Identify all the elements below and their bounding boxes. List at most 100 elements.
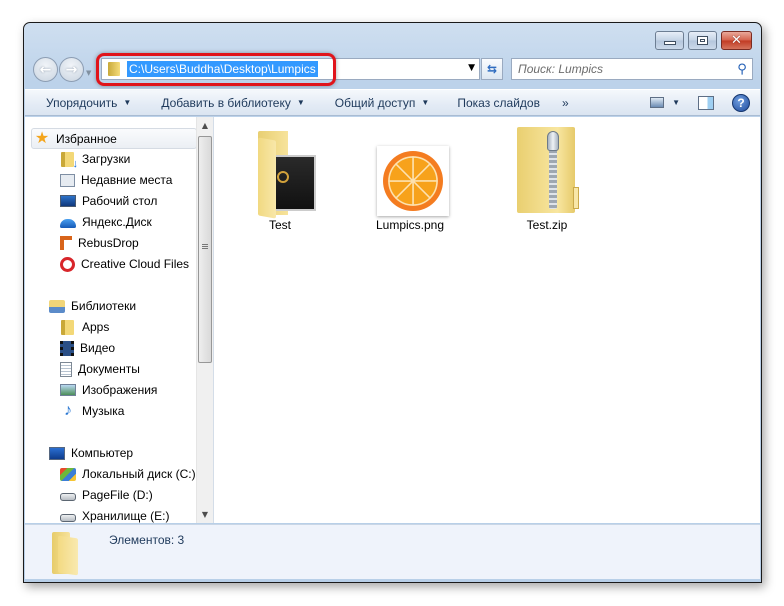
sidebar-item-drive-d[interactable]: PageFile (D:): [60, 485, 153, 505]
change-view-button[interactable]: [646, 90, 668, 115]
address-bar[interactable]: C:\Users\Buddha\Desktop\Lumpics ▼: [101, 58, 480, 80]
documents-library-icon: [60, 361, 72, 377]
address-dropdown-icon[interactable]: ▼: [468, 63, 475, 73]
pictures-library-icon: [60, 384, 76, 396]
computer-icon: [49, 446, 65, 460]
sidebar-libraries[interactable]: Библиотеки: [49, 296, 136, 316]
recent-pages-dropdown[interactable]: ▼: [86, 69, 91, 77]
sidebar-item-desktop[interactable]: Рабочий стол: [60, 191, 157, 211]
address-path[interactable]: C:\Users\Buddha\Desktop\Lumpics: [127, 61, 318, 77]
sidebar-favorites-label: Избранное: [56, 131, 117, 146]
creative-cloud-icon: [60, 256, 75, 272]
view-icon: [650, 97, 665, 108]
chevron-down-icon: ▼: [123, 98, 132, 107]
file-item-test-zip[interactable]: Test.zip: [497, 127, 597, 232]
share-label: Общий доступ: [334, 95, 416, 110]
sidebar-item-pictures[interactable]: Изображения: [60, 380, 157, 400]
sidebar-item-music[interactable]: ♪ Музыка: [60, 401, 124, 421]
chevron-down-icon: ▼: [672, 98, 680, 107]
orange-slice-icon: [383, 151, 443, 211]
sidebar-item-label: Загрузки: [82, 152, 131, 166]
maximize-icon: [697, 36, 708, 45]
forward-button[interactable]: →: [59, 57, 84, 82]
slideshow-button[interactable]: Показ слайдов: [449, 90, 548, 115]
back-arrow-icon: ←: [39, 61, 52, 78]
folder-icon: [61, 319, 74, 335]
star-icon: ★: [34, 129, 50, 147]
navigation-scrollbar[interactable]: ▲ ▼: [196, 117, 213, 523]
sidebar-libraries-label: Библиотеки: [71, 299, 137, 313]
refresh-icon: ⇆: [486, 62, 498, 76]
file-item-test-folder[interactable]: Test: [230, 127, 330, 232]
search-icon[interactable]: ⚲: [732, 62, 752, 77]
sidebar-item-label: Яндекс.Диск: [82, 215, 152, 229]
sidebar-item-label: Документы: [78, 362, 140, 376]
sidebar-item-creative-cloud[interactable]: Creative Cloud Files: [60, 254, 189, 274]
grip-icon: [202, 244, 208, 249]
file-item-lumpics-png[interactable]: Lumpics.png: [360, 127, 460, 232]
sidebar-item-label: Хранилище (E:): [82, 509, 170, 523]
search-box[interactable]: ⚲: [511, 58, 753, 80]
sidebar-favorites[interactable]: ★ Избранное: [31, 128, 197, 149]
scroll-down-arrow-icon[interactable]: ▼: [197, 506, 213, 523]
close-button[interactable]: ✕: [721, 31, 752, 50]
command-bar: Упорядочить ▼ Добавить в библиотеку ▼ Общи…: [25, 89, 760, 116]
refresh-button[interactable]: ⇆: [481, 58, 503, 80]
desktop-icon: [60, 195, 76, 207]
sidebar-item-rebusdrop[interactable]: RebusDrop: [60, 233, 139, 253]
more-commands-button[interactable]: »: [554, 90, 577, 115]
zip-folder-icon: [497, 127, 597, 215]
file-name: Lumpics.png: [375, 218, 445, 232]
sidebar-item-downloads[interactable]: Загрузки: [60, 149, 131, 170]
view-controls: ▼ ?: [646, 90, 754, 115]
sidebar-item-video[interactable]: Видео: [60, 338, 115, 358]
scroll-up-arrow-icon[interactable]: ▲: [197, 117, 213, 134]
search-input[interactable]: [518, 62, 732, 76]
explorer-window: ✕ ← → ▼ C:\Users\Buddha\Desktop\Lumpics …: [23, 22, 762, 583]
view-options-dropdown[interactable]: ▼: [668, 90, 694, 115]
minimize-button[interactable]: [655, 31, 684, 50]
folder-icon: [52, 532, 82, 576]
rebusdrop-icon: [60, 236, 72, 250]
add-to-library-menu[interactable]: Добавить в библиотеку ▼: [153, 90, 312, 115]
sidebar-item-documents[interactable]: Документы: [60, 359, 140, 379]
add-to-library-label: Добавить в библиотеку: [161, 95, 291, 110]
sidebar-item-recent-places[interactable]: Недавние места: [60, 170, 172, 190]
sidebar-item-yandex-disk[interactable]: Яндекс.Диск: [60, 212, 152, 232]
forward-arrow-icon: →: [65, 61, 78, 78]
organize-menu[interactable]: Упорядочить ▼: [38, 90, 139, 115]
scroll-thumb[interactable]: [198, 136, 212, 363]
preview-pane-icon: [698, 95, 714, 110]
chevron-down-icon: ▼: [296, 98, 305, 107]
downloads-folder-icon: [61, 151, 78, 170]
recent-places-icon: [60, 173, 75, 187]
help-icon: ?: [732, 93, 750, 112]
sidebar-item-label: Рабочий стол: [82, 194, 158, 208]
folder-icon: [108, 62, 120, 76]
sidebar-item-label: Apps: [82, 320, 110, 334]
history-navigation: ← →: [33, 57, 84, 82]
folder-icon: [230, 127, 330, 219]
sidebar-item-label: Локальный диск (C:): [82, 467, 196, 481]
file-list-pane: Test Lumpics.png Test.zip: [214, 117, 760, 523]
sidebar-item-label: Изображения: [82, 383, 158, 397]
share-menu[interactable]: Общий доступ ▼: [327, 90, 438, 115]
sidebar-item-drive-c[interactable]: Локальный диск (C:): [60, 464, 196, 484]
back-button[interactable]: ←: [33, 57, 58, 82]
help-button[interactable]: ?: [728, 90, 754, 115]
sidebar-computer-label: Компьютер: [71, 446, 134, 460]
maximize-button[interactable]: [688, 31, 717, 50]
minimize-icon: [663, 41, 676, 45]
sidebar-item-label: Creative Cloud Files: [81, 257, 190, 271]
preview-pane-button[interactable]: [694, 90, 728, 115]
details-pane: Элементов: 3: [25, 524, 760, 579]
sidebar-item-drive-e[interactable]: Хранилище (E:): [60, 506, 169, 523]
music-library-icon: ♪: [64, 402, 72, 419]
item-count: Элементов: 3: [109, 533, 185, 547]
organize-label: Упорядочить: [46, 95, 118, 110]
image-thumbnail: [360, 127, 460, 216]
file-name: Test.zip: [526, 218, 568, 232]
sidebar-computer[interactable]: Компьютер: [49, 443, 133, 463]
close-icon: ✕: [731, 33, 742, 48]
sidebar-item-apps[interactable]: Apps: [60, 317, 109, 337]
